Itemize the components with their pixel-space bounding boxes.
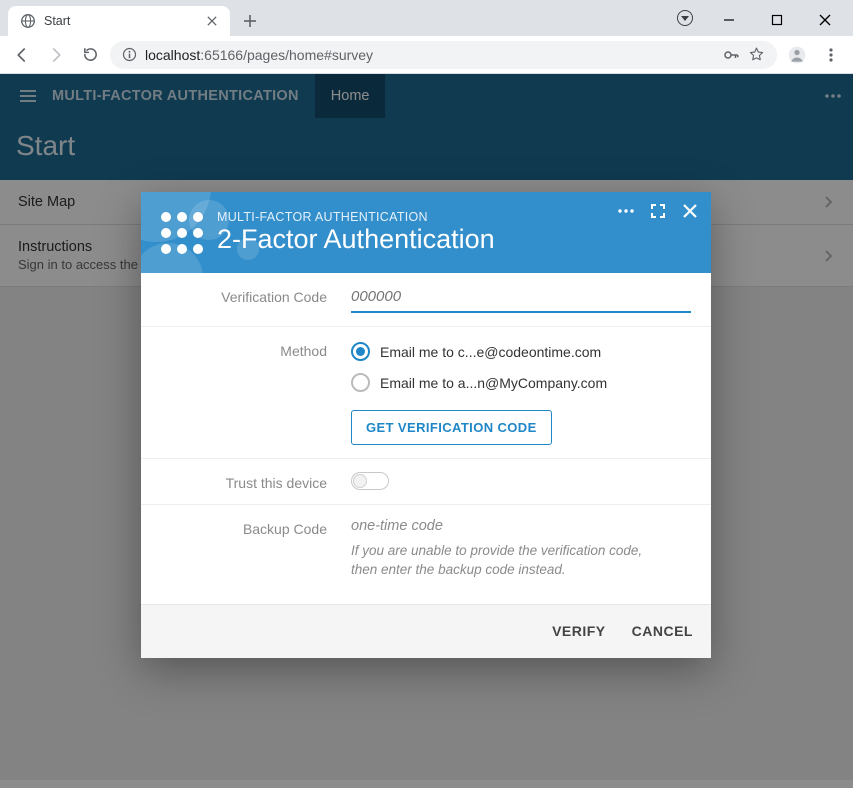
label-verification-code: Verification Code (161, 286, 351, 313)
tab-strip: Start (0, 0, 853, 36)
modal-header: MULTI-FACTOR AUTHENTICATION 2-Factor Aut… (141, 192, 711, 273)
backup-code-hint: If you are unable to provide the verific… (351, 542, 661, 580)
url-text: localhost:65166/pages/home#survey (145, 47, 714, 63)
method-option-label: Email me to a...n@MyCompany.com (380, 375, 607, 391)
star-icon[interactable] (748, 46, 765, 63)
dial-pad-icon (161, 212, 203, 254)
modal-footer: VERIFY CANCEL (141, 604, 711, 658)
key-icon[interactable] (722, 46, 740, 64)
label-method: Method (161, 340, 351, 445)
minimize-button[interactable] (707, 6, 751, 34)
new-tab-button[interactable] (236, 7, 264, 35)
tab-search-icon[interactable] (677, 10, 693, 26)
tab-title: Start (44, 14, 196, 28)
window-controls (707, 6, 847, 34)
label-backup-code: Backup Code (161, 518, 351, 580)
cancel-button[interactable]: CANCEL (632, 623, 693, 639)
kebab-menu-icon[interactable] (817, 41, 845, 69)
address-bar[interactable]: localhost:65166/pages/home#survey (110, 41, 777, 69)
maximize-button[interactable] (755, 6, 799, 34)
reload-button[interactable] (76, 41, 104, 69)
method-option-1[interactable]: Email me to c...e@codeontime.com (351, 342, 691, 361)
profile-button[interactable] (783, 41, 811, 69)
info-icon[interactable] (122, 47, 137, 62)
radio-unselected-icon (351, 373, 370, 392)
modal-body: Verification Code Method Email me to c..… (141, 273, 711, 604)
browser-chrome: Start localhost:65166/pages/home#survey (0, 0, 853, 74)
close-icon[interactable] (204, 13, 220, 29)
window-close-button[interactable] (803, 6, 847, 34)
get-verification-code-button[interactable]: GET VERIFICATION CODE (351, 410, 552, 445)
modal-headline: 2-Factor Authentication (217, 224, 495, 255)
forward-button[interactable] (42, 41, 70, 69)
verify-button[interactable]: VERIFY (552, 623, 606, 639)
globe-icon (20, 13, 36, 29)
method-option-label: Email me to c...e@codeontime.com (380, 344, 601, 360)
trust-device-toggle[interactable] (351, 472, 389, 490)
back-button[interactable] (8, 41, 36, 69)
mfa-modal: MULTI-FACTOR AUTHENTICATION 2-Factor Aut… (141, 192, 711, 658)
modal-eyebrow: MULTI-FACTOR AUTHENTICATION (217, 210, 495, 224)
method-option-2[interactable]: Email me to a...n@MyCompany.com (351, 373, 691, 392)
backup-code-input[interactable]: one-time code (351, 518, 691, 534)
verification-code-input[interactable] (351, 286, 691, 313)
browser-toolbar: localhost:65166/pages/home#survey (0, 36, 853, 74)
radio-selected-icon (351, 342, 370, 361)
browser-tab[interactable]: Start (8, 6, 230, 36)
label-trust-device: Trust this device (161, 472, 351, 491)
